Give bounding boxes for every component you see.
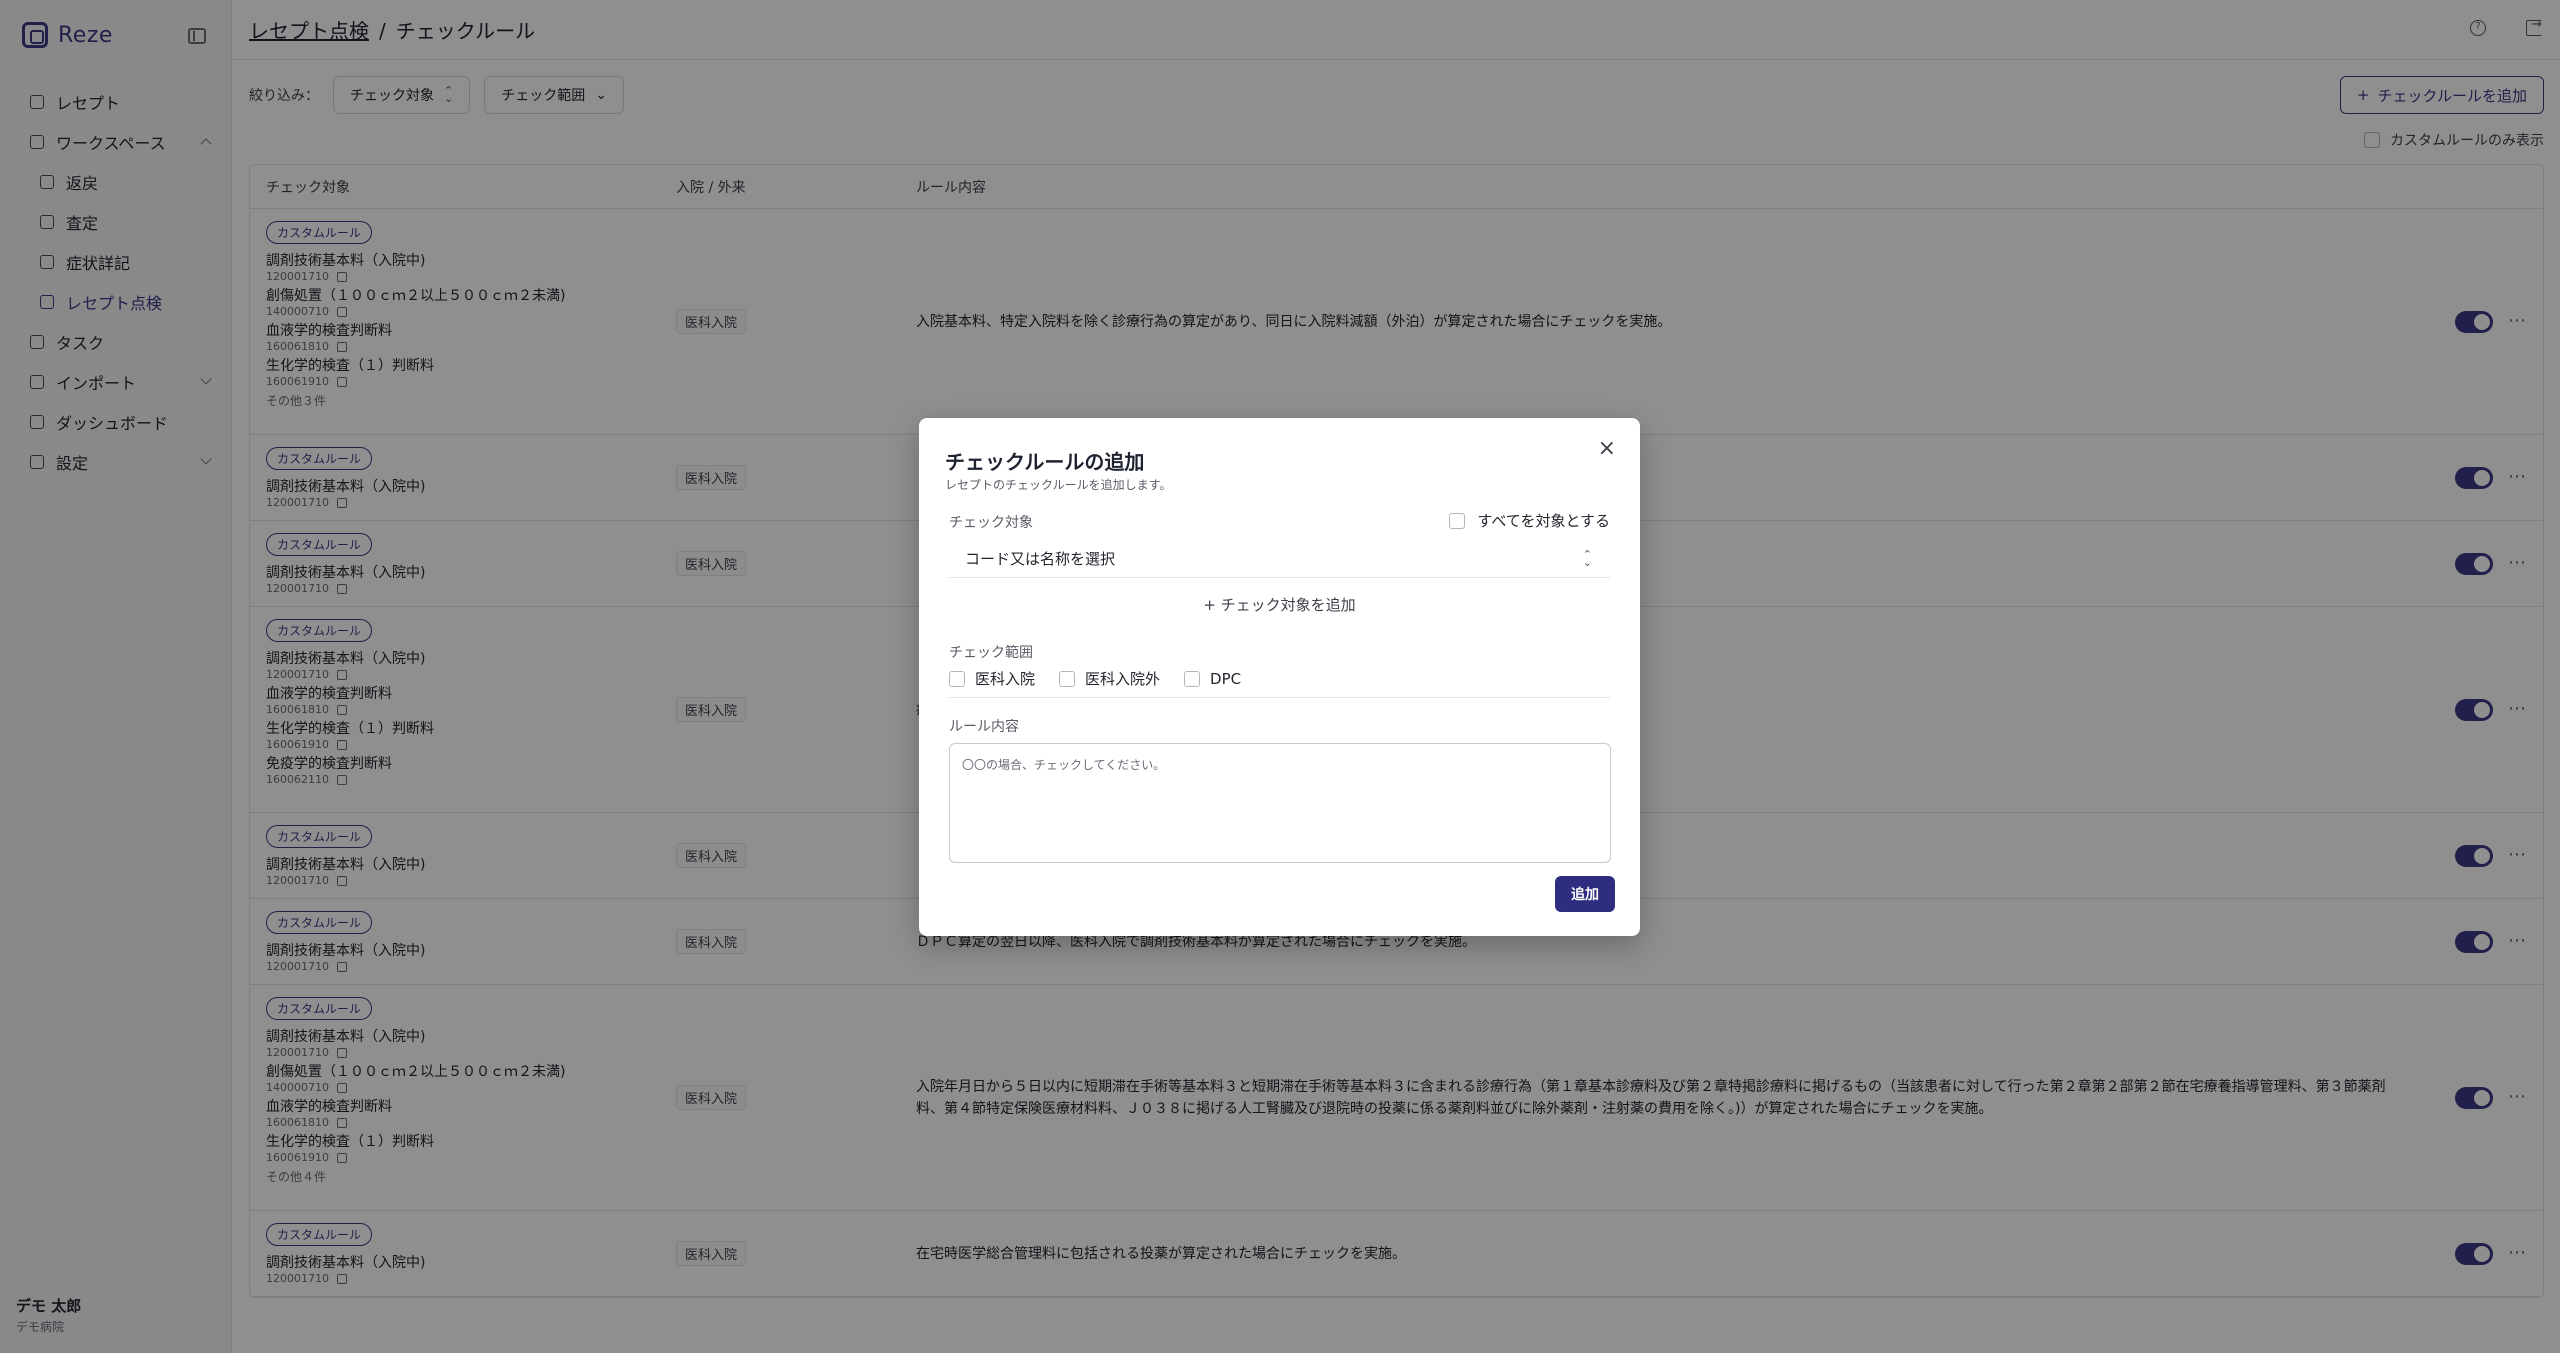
check-scope-label: チェック範囲 xyxy=(949,645,1033,661)
rule-content-textarea[interactable]: 〇〇の場合、チェックしてください。 xyxy=(949,743,1611,863)
scope-options: 医科入院 医科入院外 DPC xyxy=(949,668,1251,689)
scope-checkbox[interactable] xyxy=(949,670,965,687)
scope-option-inpatient[interactable]: 医科入院 xyxy=(949,668,1035,689)
rule-content-label: ルール内容 xyxy=(949,719,1019,735)
scope-checkbox[interactable] xyxy=(1059,670,1076,687)
add-target-label: チェック対象を追加 xyxy=(1220,596,1356,614)
close-icon[interactable]: × xyxy=(1598,438,1616,460)
scope-option-label: 医科入院外 xyxy=(1085,670,1161,688)
scope-checkbox[interactable] xyxy=(1184,670,1201,687)
dialog-subtitle: レセプトのチェックルールを追加します。 xyxy=(945,478,1172,492)
check-target-label: チェック対象 xyxy=(949,515,1033,531)
add-target-button[interactable]: + チェック対象を追加 xyxy=(919,594,1640,615)
plus-icon: + xyxy=(1203,596,1216,614)
code-or-name-select[interactable]: コード又は名称を選択 ⌃ ⌄ xyxy=(949,540,1610,578)
scope-option-outpatient[interactable]: 医科入院外 xyxy=(1059,668,1160,689)
scope-option-label: 医科入院 xyxy=(975,670,1036,688)
dialog-title: チェックルールの追加 xyxy=(945,450,1145,474)
scope-option-dpc[interactable]: DPC xyxy=(1184,670,1241,688)
divider xyxy=(949,697,1610,698)
select-placeholder: コード又は名称を選択 xyxy=(965,550,1116,568)
all-target-option[interactable]: すべてを対象とする xyxy=(1449,510,1610,531)
all-target-checkbox[interactable] xyxy=(1449,512,1466,529)
add-rule-dialog: × チェックルールの追加 レセプトのチェックルールを追加します。 チェック対象 … xyxy=(919,418,1640,936)
submit-button[interactable]: 追加 xyxy=(1555,876,1615,912)
all-target-label: すべてを対象とする xyxy=(1477,512,1610,530)
chevrons-up-down-icon: ⌃ ⌄ xyxy=(1582,548,1592,569)
scope-option-label: DPC xyxy=(1210,669,1242,688)
